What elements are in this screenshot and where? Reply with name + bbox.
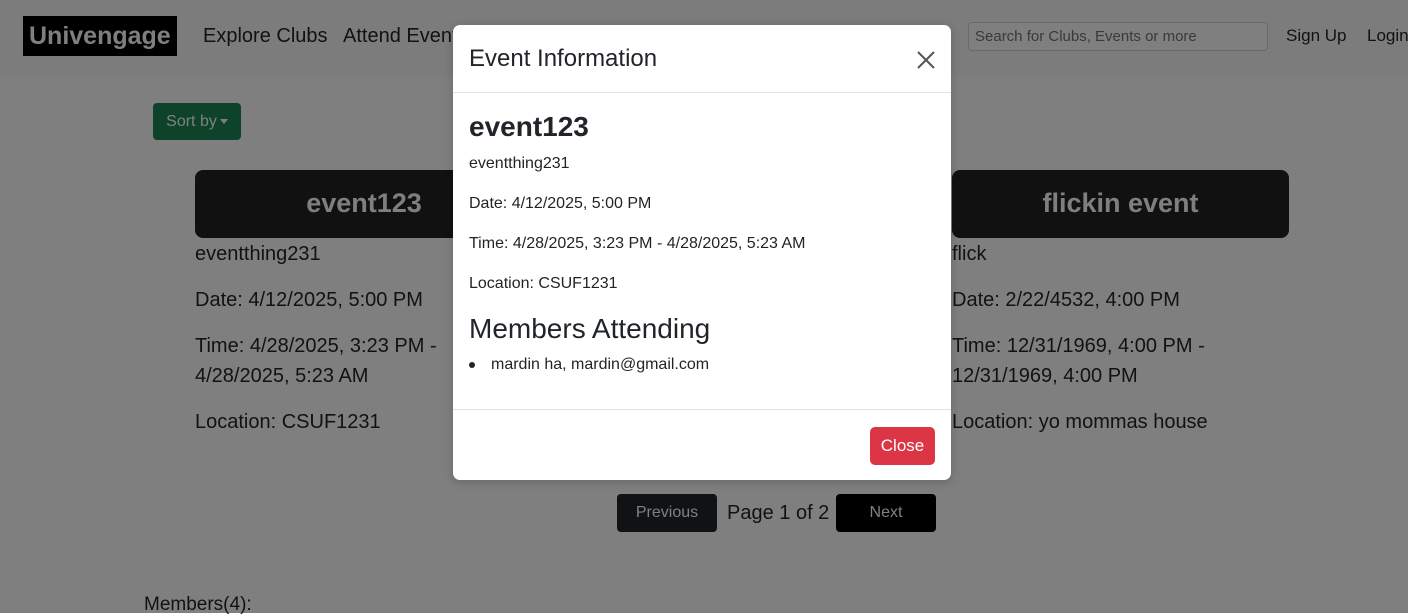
modal-event-name: event123 <box>469 111 589 142</box>
close-button[interactable]: Close <box>870 427 935 465</box>
modal-footer: Close <box>453 409 951 480</box>
bullet-icon <box>469 361 475 368</box>
modal-header: Event Information <box>453 25 951 93</box>
modal-event-description: eventthing231 <box>469 155 570 172</box>
modal-title: Event Information <box>469 45 658 72</box>
members-attending-heading: Members Attending <box>469 313 711 344</box>
event-info-modal: Event Information event123 eventthing231… <box>453 25 951 480</box>
member-entry: mardin ha, mardin@gmail.com <box>491 356 710 373</box>
close-icon[interactable] <box>915 49 937 71</box>
modal-event-time: Time: 4/28/2025, 3:23 PM - 4/28/2025, 5:… <box>469 235 806 252</box>
modal-event-date: Date: 4/12/2025, 5:00 PM <box>469 195 652 212</box>
modal-event-location: Location: CSUF1231 <box>469 275 618 292</box>
member-list-item: mardin ha, mardin@gmail.com <box>469 356 709 374</box>
